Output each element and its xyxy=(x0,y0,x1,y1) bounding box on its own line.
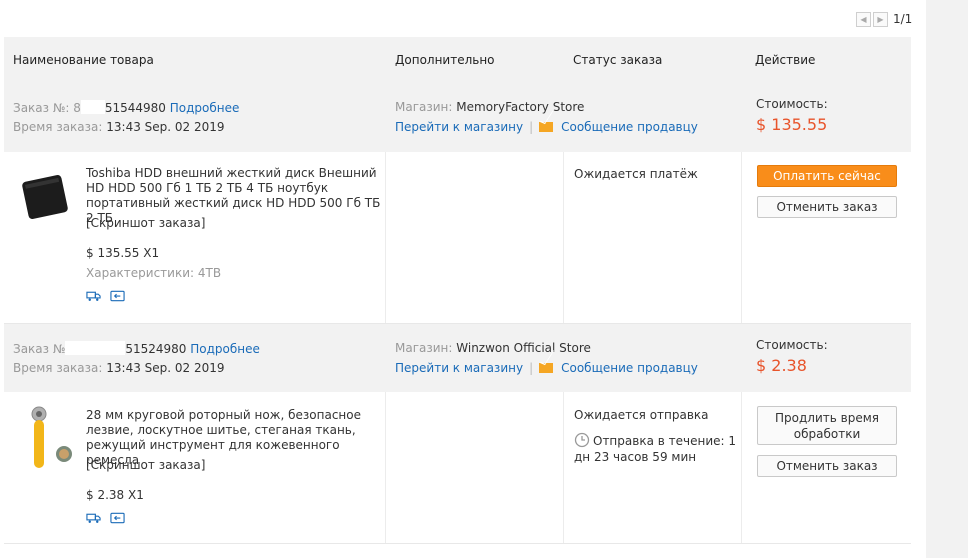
order-action-icons xyxy=(86,290,125,302)
redacted-mask xyxy=(65,341,126,355)
order-time: Время заказа: 13:43 Sep. 02 2019 xyxy=(13,361,225,375)
extend-processing-time-button[interactable]: Продлить время обработки xyxy=(757,406,897,445)
message-seller-link[interactable]: Сообщение продавцу xyxy=(561,361,698,375)
rotary-cutter-product-image[interactable] xyxy=(22,404,74,470)
order-action-icons xyxy=(86,512,125,524)
go-to-store-link[interactable]: Перейти к магазину xyxy=(395,120,523,134)
shipping-countdown: Отправка в течение: 1 дн 23 часов 59 мин xyxy=(574,434,736,464)
hdd-product-image[interactable] xyxy=(20,170,70,220)
redacted-mask xyxy=(80,100,105,114)
table-header: Наименование товара Дополнительно Статус… xyxy=(4,37,911,83)
prev-page-button[interactable]: ◀ xyxy=(856,11,871,27)
return-icon[interactable] xyxy=(110,512,125,524)
mail-icon xyxy=(539,363,554,373)
cost-label: Стоимость: xyxy=(756,338,828,352)
store-links: Перейти к магазину | Сообщение продавцу xyxy=(395,361,698,375)
cost-label: Стоимость: xyxy=(756,97,828,111)
order-number: Заказ № 51524980 Подробнее xyxy=(13,341,260,356)
next-page-button[interactable]: ▶ xyxy=(873,11,888,27)
order-body: 28 мм круговой роторный нож, безопасное … xyxy=(4,392,911,544)
return-icon[interactable] xyxy=(110,290,125,302)
cost-value: $ 2.38 xyxy=(756,356,807,375)
store-info: Магазин: MemoryFactory Store xyxy=(395,100,585,114)
order-time: Время заказа: 13:43 Sep. 02 2019 xyxy=(13,120,225,134)
delivery-truck-icon[interactable] xyxy=(86,512,101,524)
quantity-price: $ 2.38 X1 xyxy=(86,488,144,502)
cancel-order-button[interactable]: Отменить заказ xyxy=(757,455,897,477)
order-header: Заказ № 51524980 Подробнее Время заказа: … xyxy=(4,324,911,392)
column-action: Действие xyxy=(755,53,816,67)
order-snapshot-link[interactable]: [Скриншот заказа] xyxy=(86,216,205,230)
order-header: Заказ №: 8 51544980 Подробнее Время заказ… xyxy=(4,83,911,152)
order-snapshot-link[interactable]: [Скриншот заказа] xyxy=(86,458,205,472)
product-specs: Характеристики: 4TB xyxy=(86,266,222,280)
order-status: Ожидается отправка xyxy=(574,408,709,422)
cost-value: $ 135.55 xyxy=(756,115,828,134)
pagination: ◀ ▶ 1/1 xyxy=(856,10,912,28)
order-details-link[interactable]: Подробнее xyxy=(190,342,260,356)
delivery-truck-icon[interactable] xyxy=(86,290,101,302)
orders-table: Наименование товара Дополнительно Статус… xyxy=(4,37,911,544)
go-to-store-link[interactable]: Перейти к магазину xyxy=(395,361,523,375)
order-status: Ожидается платёж xyxy=(574,167,698,181)
pay-now-button[interactable]: Оплатить сейчас xyxy=(757,165,897,187)
order-body: Toshiba HDD внешний жесткий диск Внешний… xyxy=(4,152,911,324)
store-links: Перейти к магазину | Сообщение продавцу xyxy=(395,120,698,134)
column-status: Статус заказа xyxy=(573,53,663,67)
order-number: Заказ №: 8 51544980 Подробнее xyxy=(13,100,240,115)
store-info: Магазин: Winzwon Official Store xyxy=(395,341,591,355)
page-indicator: 1/1 xyxy=(893,12,913,26)
quantity-price: $ 135.55 X1 xyxy=(86,246,160,260)
cancel-order-button[interactable]: Отменить заказ xyxy=(757,196,897,218)
column-extra: Дополнительно xyxy=(395,53,495,67)
message-seller-link[interactable]: Сообщение продавцу xyxy=(561,120,698,134)
order-details-link[interactable]: Подробнее xyxy=(170,101,240,115)
page-gutter xyxy=(926,0,968,558)
mail-icon xyxy=(539,122,554,132)
column-product: Наименование товара xyxy=(13,53,154,67)
